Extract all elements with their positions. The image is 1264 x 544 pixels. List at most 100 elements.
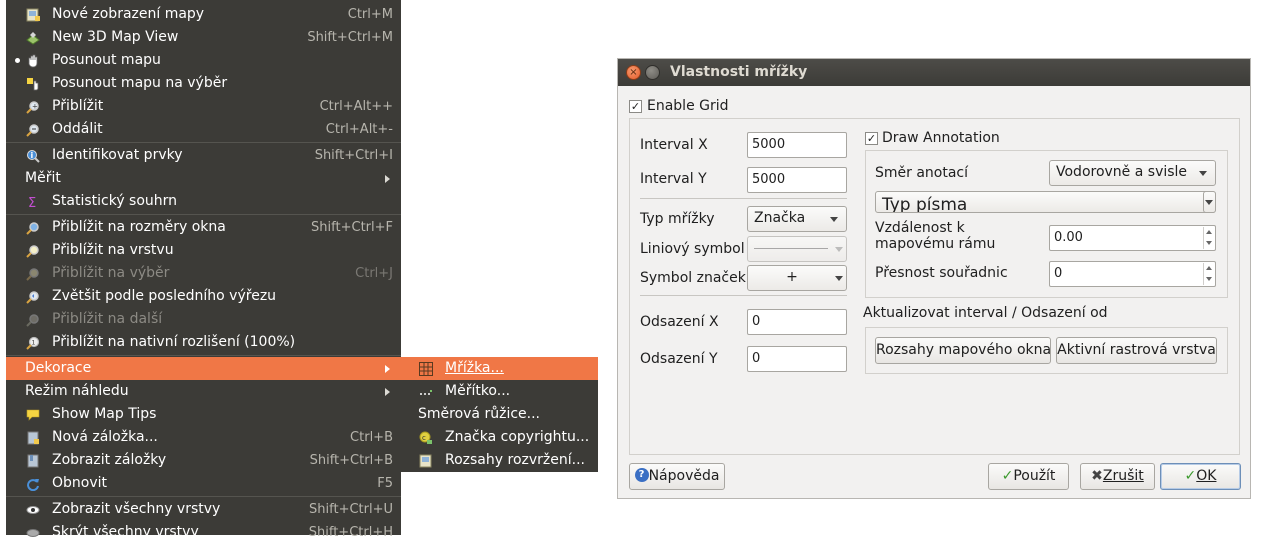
menu-item-statistical-summary[interactable]: Σ Statistický souhrn <box>6 190 401 213</box>
checked-bullet-icon <box>15 58 20 63</box>
offset-y-input[interactable]: 0 <box>747 346 847 372</box>
precision-spinbox[interactable]: 0 <box>1049 261 1216 287</box>
close-icon[interactable]: × <box>626 65 641 80</box>
menu-item-zoom-actual[interactable]: 1 Přiblížit na nativní rozlišení (100%) <box>6 331 401 354</box>
zoom-next-icon <box>25 312 40 327</box>
distance-spinbox[interactable]: 0.00 <box>1049 225 1216 251</box>
menu-item-pan-to-selection[interactable]: Posunout mapu na výběr <box>6 72 401 95</box>
menu-separator <box>6 214 401 215</box>
menu-separator <box>6 355 401 356</box>
spinbox-arrows[interactable] <box>1203 227 1214 249</box>
menu-item-identify[interactable]: i Identifikovat prvky Shift+Ctrl+I <box>6 144 401 167</box>
marker-symbol-label: Symbol značek <box>640 270 746 286</box>
dialog-title: Vlastnosti mřížky <box>670 64 808 80</box>
new-3d-map-view-icon <box>25 30 40 45</box>
submenu-arrow-icon <box>385 365 390 373</box>
active-raster-button[interactable]: Aktivní rastrová vrstva <box>1056 337 1217 364</box>
font-dropdown-button[interactable] <box>1203 191 1216 213</box>
menu-separator <box>6 142 401 143</box>
menu-item-zoom-full[interactable]: Přiblížit na rozměry okna Shift+Ctrl+F <box>6 216 401 239</box>
draw-annotation-checkbox[interactable]: ✓ <box>865 132 878 145</box>
chevron-down-icon <box>835 247 843 252</box>
check-icon: ✓ <box>1001 468 1014 484</box>
submenu-item-grid[interactable]: Mřížka... <box>401 357 598 380</box>
menu-item-new-bookmark[interactable]: Nová záložka... Ctrl+B <box>6 426 401 449</box>
canvas-extents-button[interactable]: Rozsahy mapového okna <box>875 337 1051 364</box>
chevron-down-icon <box>1205 200 1213 205</box>
line-symbol-preview <box>754 248 828 249</box>
enable-grid-checkbox[interactable]: ✓ <box>629 100 642 113</box>
font-button[interactable]: Typ písma <box>875 191 1216 213</box>
svg-text:Σ: Σ <box>28 196 36 209</box>
menu-item-show-map-tips[interactable]: Show Map Tips <box>6 403 401 426</box>
chevron-down-icon <box>835 276 843 281</box>
annotation-direction-label: Směr anotací <box>875 165 969 181</box>
interval-y-input[interactable]: 5000 <box>747 167 847 193</box>
new-map-view-icon <box>25 7 40 22</box>
menu-item-show-bookmarks[interactable]: Zobrazit záložky Shift+Ctrl+B <box>6 449 401 472</box>
grid-icon <box>418 361 433 376</box>
menu-item-show-all-layers[interactable]: Zobrazit všechny vrstvy Shift+Ctrl+U <box>6 498 401 521</box>
menu-item-decorations[interactable]: Dekorace <box>6 357 401 380</box>
precision-label: Přesnost souřadnic <box>875 265 1008 281</box>
menu-item-zoom-in[interactable]: + Přiblížit Ctrl+Alt++ <box>6 95 401 118</box>
offset-x-input[interactable]: 0 <box>747 309 847 335</box>
svg-text:+: + <box>32 102 38 110</box>
check-icon: ✓ <box>1184 468 1197 484</box>
menu-item-new-map-view[interactable]: Nové zobrazení mapy Ctrl+M <box>6 3 401 26</box>
update-from-label: Aktualizovat interval / Odsazení od <box>863 305 1108 321</box>
offset-x-label: Odsazení X <box>640 314 719 330</box>
ok-button[interactable]: ✓OK <box>1160 463 1241 490</box>
svg-text:i: i <box>30 151 33 160</box>
divider <box>640 295 847 296</box>
help-button[interactable]: ? Nápověda <box>629 463 725 490</box>
cancel-button[interactable]: ✖Zrušit <box>1080 463 1155 490</box>
minimize-icon[interactable] <box>645 65 660 80</box>
zoom-in-icon: + <box>25 99 40 114</box>
annotation-direction-select[interactable]: Vodorovně a svisle <box>1049 160 1216 186</box>
show-bookmarks-icon <box>25 453 40 468</box>
grid-type-select[interactable]: Značka <box>747 206 847 232</box>
statistics-icon: Σ <box>25 194 40 209</box>
svg-text:1: 1 <box>31 339 35 346</box>
draw-annotation-label: Draw Annotation <box>882 130 1000 146</box>
new-bookmark-icon <box>25 430 40 445</box>
menu-item-zoom-out[interactable]: Oddálit Ctrl+Alt+- <box>6 118 401 141</box>
zoom-actual-icon: 1 <box>25 335 40 350</box>
menu-item-measure[interactable]: Měřit <box>6 167 401 190</box>
interval-y-label: Interval Y <box>640 171 707 187</box>
menu-item-zoom-last[interactable]: Zvětšit podle posledního výřezu <box>6 285 401 308</box>
menu-item-hide-all-layers[interactable]: Skrýt všechny vrstvy Shift+Ctrl+H <box>6 521 401 544</box>
dialog-titlebar: × Vlastnosti mřížky <box>618 59 1250 86</box>
map-tips-icon <box>25 407 40 422</box>
menu-item-preview-mode[interactable]: Režim náhledu <box>6 380 401 403</box>
submenu-item-copyright[interactable]: c Značka copyrightu... <box>401 426 598 449</box>
pan-hand-icon <box>25 53 40 68</box>
identify-icon: i <box>25 148 40 163</box>
zoom-to-selection-icon <box>25 266 40 281</box>
submenu-item-north-arrow[interactable]: Směrová růžice... <box>401 403 598 426</box>
line-symbol-button <box>747 236 847 262</box>
enable-grid-label: Enable Grid <box>647 98 729 114</box>
svg-text:c: c <box>422 434 426 442</box>
distance-label: Vzdálenost k mapovému rámu <box>875 220 996 252</box>
interval-x-input[interactable]: 5000 <box>747 132 847 158</box>
grid-properties-dialog: × Vlastnosti mřížky ✓ Enable Grid Interv… <box>617 58 1251 499</box>
spinbox-arrows[interactable] <box>1203 263 1214 285</box>
zoom-full-icon <box>25 220 40 235</box>
chevron-down-icon <box>1199 171 1207 176</box>
menu-item-new-3d-map-view[interactable]: New 3D Map View Shift+Ctrl+M <box>6 26 401 49</box>
menu-item-refresh[interactable]: Obnovit F5 <box>6 472 401 495</box>
divider <box>640 198 847 199</box>
decorations-submenu: Mřížka... Měřítko... Směrová růžice... c… <box>401 357 598 472</box>
scale-bar-icon <box>418 384 433 399</box>
submenu-arrow-icon <box>385 388 390 396</box>
menu-item-pan-map[interactable]: Posunout mapu <box>6 49 401 72</box>
marker-symbol-button[interactable]: + <box>747 265 847 291</box>
menu-item-zoom-to-layer[interactable]: Přiblížit na vrstvu <box>6 239 401 262</box>
submenu-item-layout-extents[interactable]: Rozsahy rozvržení... <box>401 449 598 472</box>
submenu-item-scale-bar[interactable]: Měřítko... <box>401 380 598 403</box>
interval-x-label: Interval X <box>640 137 708 153</box>
apply-button[interactable]: ✓Použít <box>988 463 1069 490</box>
refresh-icon <box>25 476 40 491</box>
